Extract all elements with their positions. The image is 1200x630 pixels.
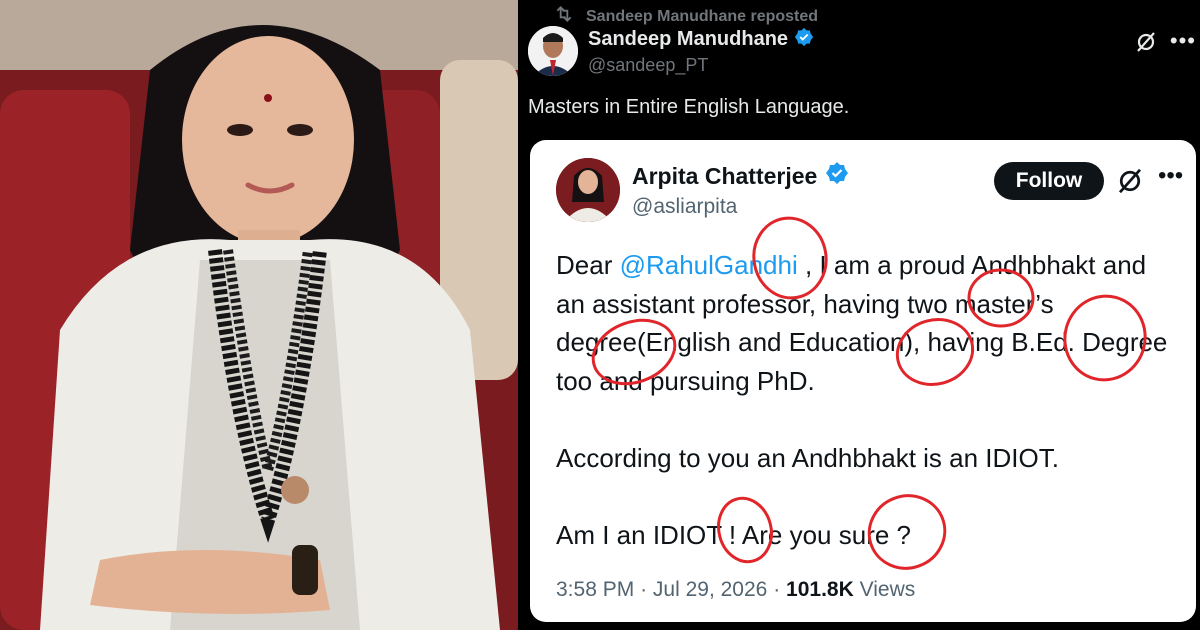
author-handle[interactable]: @asliarpita [632,195,849,219]
text-segment: , I am a proud Andhbhakt and [797,250,1147,280]
tweet-meta: 3:58 PM · Jul 29, 2026 · 101.8K Views [556,578,916,601]
grok-icon[interactable] [1134,30,1158,54]
views-label: Views [859,578,916,601]
quoting-author[interactable]: Sandeep Manudhane @sandeep_PT [528,26,814,76]
quoted-author[interactable]: Arpita Chatterjee @asliarpita [556,158,849,222]
views-count: 101.8K [786,578,854,601]
more-icon[interactable]: ••• [1170,28,1196,54]
avatar[interactable] [528,26,578,76]
mention-link[interactable]: @RahulGandhi [620,250,798,280]
verified-badge-icon [825,161,849,191]
timestamp[interactable]: 3:58 PM [556,578,634,601]
quoted-tweet-card[interactable]: Arpita Chatterjee @asliarpita Follow •••… [530,140,1196,622]
follow-button[interactable]: Follow [994,162,1104,200]
text-line: degree(English and Education), having B.… [556,327,1168,357]
avatar[interactable] [556,158,620,222]
author-handle[interactable]: @sandeep_PT [588,55,814,76]
verified-badge-icon [794,27,814,53]
text-line: too and pursuing PhD. [556,365,815,396]
text-line: Am I an IDIOT ! Are you sure ? [556,519,911,550]
more-icon[interactable]: ••• [1158,162,1183,190]
text-line: According to you an Andhbhakt is an IDIO… [556,442,1059,473]
repost-text: Sandeep Manudhane reposted [586,7,819,25]
grok-icon[interactable] [1115,166,1145,196]
author-name[interactable]: Arpita Chatterjee [632,163,817,190]
text-segment: Dear [556,250,620,280]
quoting-text: Masters in Entire English Language. [528,96,850,118]
author-name[interactable]: Sandeep Manudhane [588,28,788,51]
tweet-body: Dear @RahulGandhi , I am a proud Andhbha… [556,246,1186,554]
photo-illustration [0,0,518,630]
date[interactable]: Jul 29, 2026 [653,578,767,601]
profile-photo [0,0,518,630]
text-line: an assistant professor, having two maste… [556,288,1054,319]
